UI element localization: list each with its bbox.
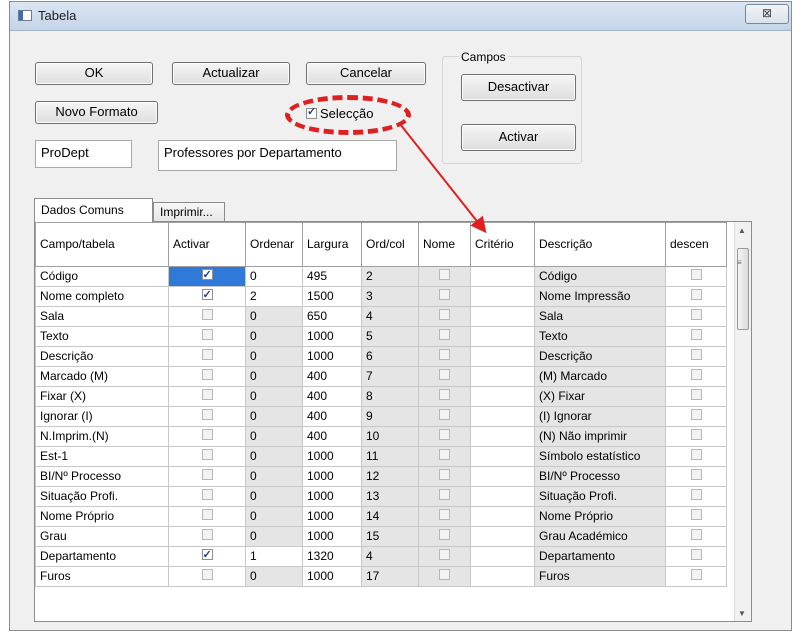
annotation-arrow: [399, 123, 487, 234]
tab-common-data[interactable]: Dados Comuns: [34, 198, 153, 222]
